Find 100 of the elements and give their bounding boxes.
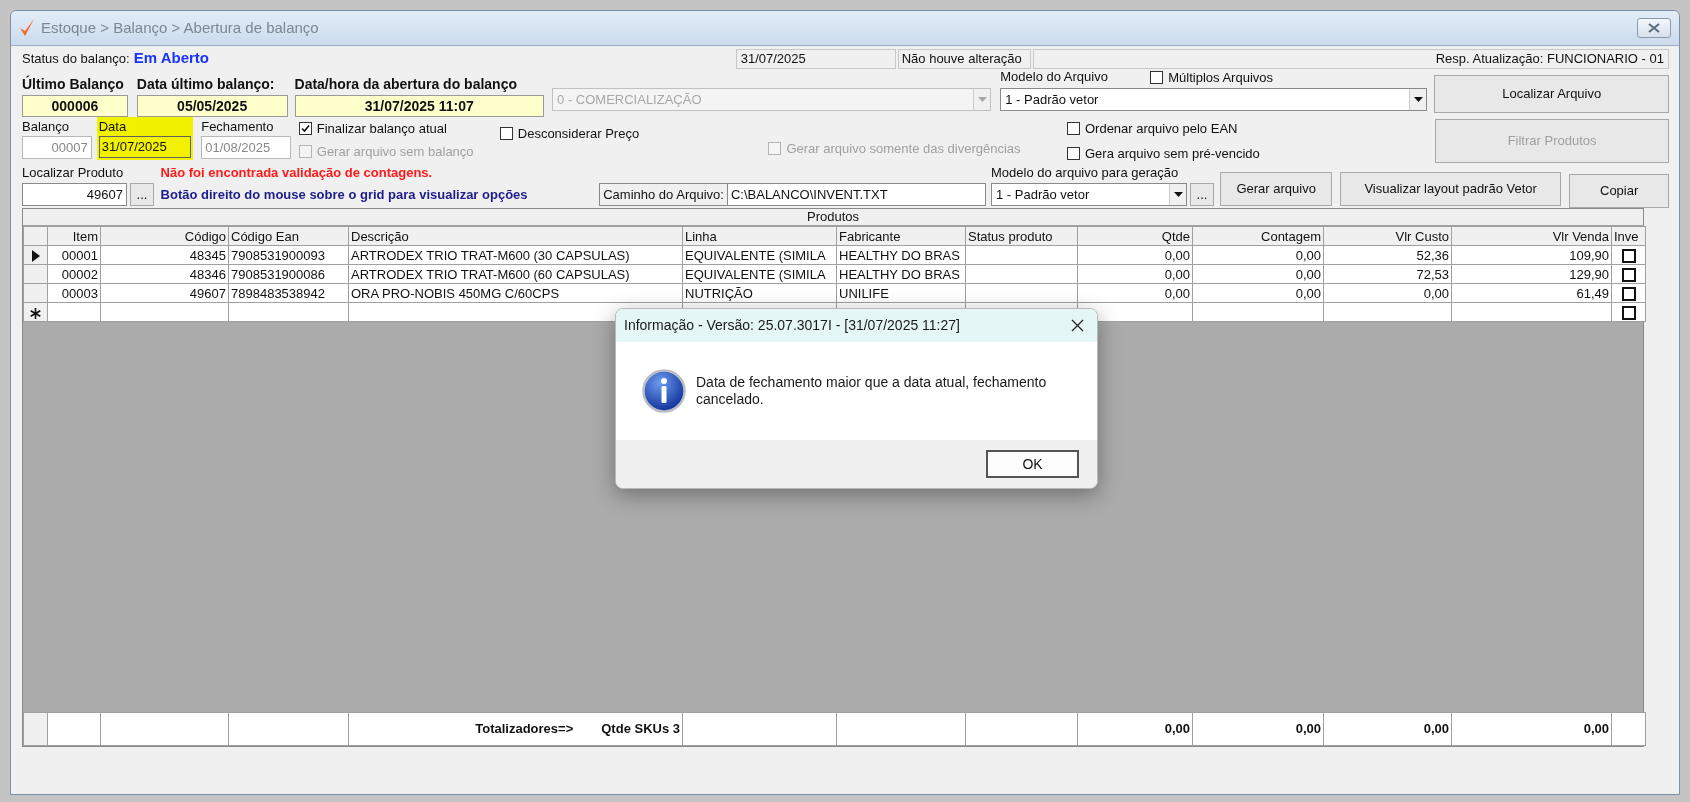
column-header[interactable]: Vlr Custo	[1323, 226, 1452, 246]
field-label: Balanço	[22, 119, 70, 135]
column-header[interactable]: Item	[47, 226, 101, 246]
table-cell: 52,36	[1323, 245, 1452, 265]
generation-model-dropdown[interactable]: 1 - Padrão vetor	[991, 183, 1188, 206]
checkbox[interactable]	[1621, 287, 1636, 302]
summary-label: Data/hora da abertura do balanço	[294, 75, 518, 93]
view-layout-button[interactable]: Visualizar layout padrão Vetor	[1340, 172, 1562, 206]
table-cell: 7898483538942	[228, 283, 349, 303]
table-cell: 00001	[47, 245, 101, 265]
table-cell: 109,90	[1451, 245, 1612, 265]
locate-file-button[interactable]: Localizar Arquivo	[1434, 75, 1669, 113]
current-row-icon	[31, 250, 40, 263]
close-icon	[1648, 23, 1660, 33]
checkbox[interactable]	[1621, 249, 1636, 264]
status-date: 31/07/2025	[735, 48, 896, 69]
date-field[interactable]: 31/07/2025	[98, 136, 192, 158]
caret-icon	[977, 97, 987, 102]
table-cell: 48346	[100, 264, 229, 284]
table-cell: NUTRIÇÃO	[682, 283, 837, 303]
checkbox[interactable]	[298, 122, 312, 136]
table-cell: EQUIVALENTE (SIMILA	[682, 245, 837, 265]
table-cell: 0,00	[1077, 283, 1193, 303]
info-icon	[642, 369, 686, 413]
checkbox[interactable]	[1066, 122, 1080, 136]
table-cell: 0,00	[1323, 283, 1452, 303]
checkbox-label: Desconsiderar Preço	[517, 125, 640, 143]
table-cell: 0,00	[1077, 245, 1193, 265]
change-status: Não houve alteração	[897, 48, 1031, 69]
dropdown-button[interactable]	[1169, 184, 1187, 205]
browse-button[interactable]: ...	[130, 183, 154, 206]
field-label: Localizar Produto	[22, 165, 125, 181]
table-cell: HEALTHY DO BRAS	[836, 245, 966, 265]
field-label: Modelo do arquivo para geração	[991, 165, 1180, 181]
table-cell: 49607	[100, 283, 229, 303]
browse-button[interactable]: ...	[1190, 183, 1215, 206]
product-search-field[interactable]: 49607	[22, 183, 127, 206]
checkbox[interactable]	[499, 127, 513, 141]
checkbox[interactable]	[1150, 70, 1164, 84]
table-cell: ORA PRO-NOBIS 450MG C/60CPS	[348, 283, 683, 303]
column-header[interactable]: Fabricante	[836, 226, 966, 246]
table-cell: 00002	[47, 264, 101, 284]
field-label: Data	[98, 119, 128, 135]
dropdown-button[interactable]	[1409, 89, 1427, 110]
table-cell: 0,00	[1192, 264, 1324, 284]
column-header[interactable]: Qtde	[1077, 226, 1193, 246]
column-header[interactable]: Código Ean	[228, 226, 349, 246]
total-cell: 0,00	[1192, 712, 1324, 746]
table-cell: 61,49	[1451, 283, 1612, 303]
column-header[interactable]: Vlr Venda	[1451, 226, 1612, 246]
checkbox-label: Ordenar arquivo pelo EAN	[1084, 120, 1238, 138]
copy-button[interactable]: Copiar	[1569, 174, 1669, 208]
table-cell: 7908531900086	[228, 264, 349, 284]
totals-label: Totalizadores=>	[475, 721, 574, 737]
table-cell: ARTRODEX TRIO TRAT-M600 (60 CAPSULAS)	[348, 264, 683, 284]
table-cell: 48345	[100, 245, 229, 265]
warning-message: Não foi encontrada validação de contagens.	[160, 164, 434, 182]
total-cell: 0,00	[1323, 712, 1452, 746]
table-cell: 0,00	[1077, 264, 1193, 284]
column-header[interactable]: Inve	[1611, 226, 1646, 246]
generate-file-button[interactable]: Gerar arquivo	[1220, 172, 1332, 206]
file-path-field[interactable]: Caminho do Arquivo: C:\BALANCO\INVENT.TXT	[599, 183, 987, 206]
checkbox-label: Múltiplos Arquivos	[1168, 68, 1273, 87]
close-icon	[1070, 319, 1084, 332]
caret-icon	[1413, 97, 1423, 102]
grid-hint: Botão direito do mouse sobre o grid para visualizar opções	[160, 185, 529, 204]
caret-icon	[1173, 192, 1183, 197]
summary-field: 31/07/2025 11:07	[294, 95, 545, 117]
total-cell: 0,00	[1451, 712, 1612, 746]
status-label: Status do balanço:	[22, 49, 130, 68]
dialog-title: Informação - Versão: 25.07.3017I - [31/07/2025 11:27]	[624, 316, 960, 335]
table-cell: ARTRODEX TRIO TRAT-M600 (30 CAPSULAS)	[348, 245, 683, 265]
column-header[interactable]: Contagem	[1192, 226, 1324, 246]
table-cell: HEALTHY DO BRAS	[836, 264, 966, 284]
column-header[interactable]: Linha	[682, 226, 837, 246]
table-cell: 7908531900093	[228, 245, 349, 265]
table-cell: 129,90	[1451, 264, 1612, 284]
dialog-message: Data de fechamento maior que a data atual, fechamento cancelado.	[696, 374, 1048, 408]
closing-field: 01/08/2025	[201, 136, 291, 159]
column-header[interactable]: Código	[100, 226, 229, 246]
table-cell: EQUIVALENTE (SIMILA	[682, 264, 837, 284]
ok-button[interactable]: OK	[986, 450, 1079, 478]
checkbox[interactable]	[1066, 146, 1080, 160]
file-model-dropdown[interactable]: 1 - Padrão vetor	[1000, 88, 1428, 111]
checkbox[interactable]	[1621, 306, 1636, 321]
status-value: Em Aberto	[133, 48, 210, 69]
close-button[interactable]	[1069, 317, 1085, 334]
total-cell: 0,00	[1077, 712, 1193, 746]
column-header[interactable]: Descrição	[348, 226, 683, 246]
table-cell: 0,00	[1192, 283, 1324, 303]
check-logo-icon	[19, 18, 35, 38]
table-cell: 0,00	[1192, 245, 1324, 265]
grid-title: Produtos	[23, 209, 1643, 226]
column-header[interactable]: Status produto	[965, 226, 1078, 246]
new-row-icon	[30, 307, 41, 319]
sku-count: Qtde SKUs 3	[601, 721, 680, 737]
checkbox[interactable]	[1621, 268, 1636, 283]
checkbox-label: Gera arquivo sem pré-vencido	[1084, 144, 1260, 163]
summary-field: 000006	[22, 95, 128, 117]
file-path-label: Caminho do Arquivo:	[600, 184, 728, 205]
